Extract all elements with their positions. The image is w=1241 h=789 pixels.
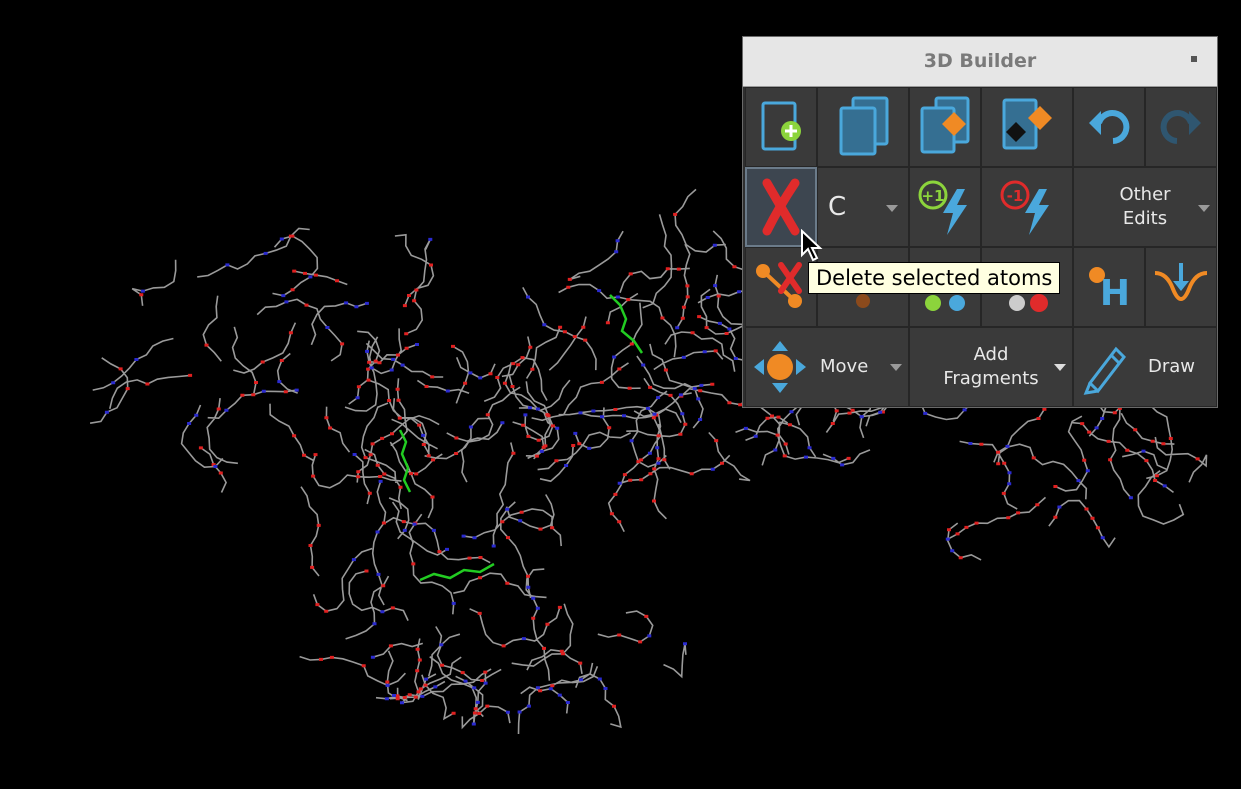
draw-button[interactable]: Draw — [1073, 327, 1217, 407]
duplicate-entry-button[interactable] — [817, 87, 909, 167]
move-icon — [750, 337, 810, 397]
add-hydrogens-button[interactable]: H — [1073, 247, 1145, 327]
minimize-button[interactable] — [1145, 247, 1217, 327]
add-hydrogens-icon: H — [1081, 257, 1137, 317]
copy-fragment-icon — [914, 94, 976, 160]
builder-panel: 3D Builder C +1 -1 Other Edits H Move Ad… — [742, 36, 1218, 408]
draw-pencil-icon — [1078, 339, 1130, 395]
tooltip: Delete selected atoms — [808, 262, 1061, 294]
decrease-charge-icon: -1 — [995, 175, 1059, 239]
svg-text:-1: -1 — [1007, 187, 1024, 205]
new-entry-icon — [753, 97, 809, 157]
close-icon[interactable] — [1191, 56, 1197, 62]
replace-fragment-button[interactable] — [981, 87, 1073, 167]
increase-charge-button[interactable]: +1 — [909, 167, 981, 247]
add-fragments-button[interactable]: Add Fragments — [909, 327, 1073, 407]
decrease-charge-button[interactable]: -1 — [981, 167, 1073, 247]
move-label: Move — [820, 356, 869, 377]
other-edits-label: Other Edits — [1119, 184, 1171, 229]
increase-charge-icon: +1 — [913, 175, 977, 239]
add-fragments-label: Add Fragments — [943, 344, 1039, 389]
svg-text:H: H — [1100, 273, 1130, 314]
redo-icon — [1157, 103, 1205, 151]
minimize-icon — [1151, 259, 1211, 315]
chevron-down-icon — [890, 364, 902, 371]
chevron-down-icon — [886, 205, 898, 212]
move-button[interactable]: Move — [745, 327, 909, 407]
copy-fragment-button[interactable] — [909, 87, 981, 167]
chevron-down-icon — [1198, 205, 1210, 212]
element-selector[interactable]: C — [817, 167, 909, 247]
delete-atoms-icon — [757, 177, 805, 237]
svg-text:+1: +1 — [921, 187, 944, 205]
redo-button[interactable] — [1145, 87, 1217, 167]
new-entry-button[interactable] — [745, 87, 817, 167]
panel-title: 3D Builder — [923, 50, 1037, 72]
replace-fragment-icon — [994, 94, 1060, 160]
builder-titlebar[interactable]: 3D Builder — [743, 37, 1217, 87]
chevron-down-icon — [1054, 364, 1066, 371]
other-edits-button[interactable]: Other Edits — [1073, 167, 1217, 247]
mouse-cursor-icon — [800, 228, 824, 267]
draw-label: Draw — [1148, 356, 1196, 377]
duplicate-entry-icon — [831, 94, 895, 160]
undo-button[interactable] — [1073, 87, 1145, 167]
element-value: C — [828, 192, 847, 222]
undo-icon — [1085, 103, 1133, 151]
